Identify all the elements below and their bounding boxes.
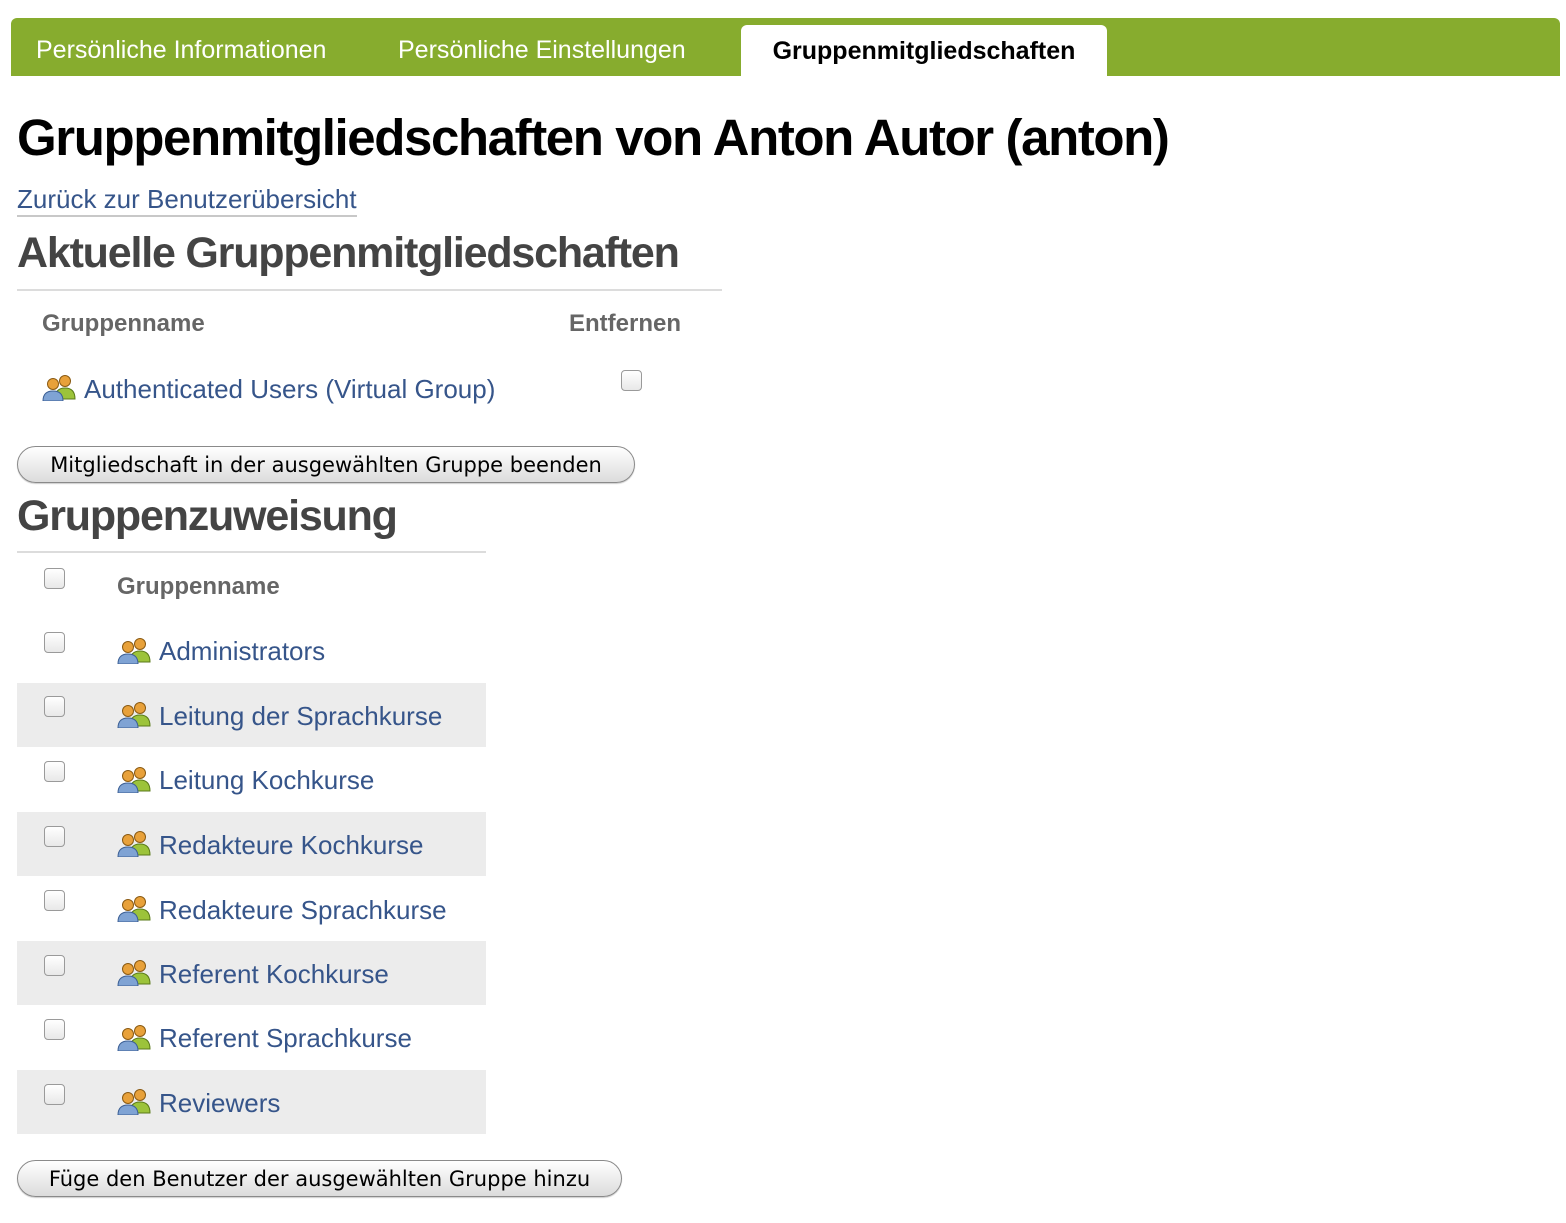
group-icon [117,1087,151,1116]
group-link-authenticated-users[interactable]: Authenticated Users (Virtual Group) [84,374,495,405]
group-link[interactable]: Referent Sprachkurse [159,1023,412,1054]
group-icon [117,829,151,858]
group-icon [117,958,151,987]
divider [17,551,486,553]
divider [17,289,722,291]
group-assignment-heading: Gruppenzuweisung [17,492,398,540]
group-link[interactable]: Administrators [159,636,325,667]
column-header-remove: Entfernen [569,310,682,337]
group-checkbox[interactable] [44,632,65,653]
select-all-checkbox[interactable] [44,568,65,589]
group-icon [42,373,76,402]
group-link[interactable]: Leitung Kochkurse [159,765,374,796]
table-row: Redakteure Sprachkurse [17,876,486,940]
group-checkbox[interactable] [44,1084,65,1105]
group-checkbox[interactable] [44,890,65,911]
end-membership-button[interactable]: Mitgliedschaft in der ausgewählten Grupp… [17,446,635,483]
table-row: Referent Kochkurse [17,941,486,1005]
table-row: Redakteure Kochkurse [17,812,486,876]
group-link[interactable]: Referent Kochkurse [159,959,389,990]
back-to-users-link[interactable]: Zurück zur Benutzerübersicht [17,184,357,217]
tab-personal-information[interactable]: Persönliche Informationen [36,18,326,76]
group-link[interactable]: Redakteure Kochkurse [159,830,423,861]
group-checkbox[interactable] [44,826,65,847]
tab-personal-preferences[interactable]: Persönliche Einstellungen [398,18,686,76]
group-link[interactable]: Leitung der Sprachkurse [159,701,442,732]
group-icon [117,1023,151,1052]
table-row: Referent Sprachkurse [17,1005,486,1069]
group-link[interactable]: Redakteure Sprachkurse [159,895,447,926]
group-checkbox[interactable] [44,696,65,717]
group-icon [117,765,151,794]
tab-bar: Persönliche Informationen Persönliche Ei… [11,18,1560,76]
group-icon [117,700,151,729]
table-row: Administrators [17,619,486,683]
tab-group-memberships[interactable]: Gruppenmitgliedschaften [741,25,1107,76]
table-row: Reviewers [17,1070,486,1134]
table-row: Leitung der Sprachkurse [17,683,486,747]
page-title: Gruppenmitgliedschaften von Anton Autor … [17,109,1170,166]
group-icon [117,636,151,665]
current-memberships-heading: Aktuelle Gruppenmitgliedschaften [17,229,680,277]
column-header-group-name: Gruppenname [117,573,280,600]
group-icon [117,894,151,923]
group-checkbox[interactable] [44,1019,65,1040]
group-link[interactable]: Reviewers [159,1088,280,1119]
table-row: Leitung Kochkurse [17,747,486,811]
group-checkbox[interactable] [44,955,65,976]
add-to-group-button[interactable]: Füge den Benutzer der ausgewählten Grupp… [17,1160,622,1197]
group-checkbox[interactable] [44,761,65,782]
remove-checkbox[interactable] [621,370,642,391]
column-header-group-name: Gruppenname [42,310,205,337]
